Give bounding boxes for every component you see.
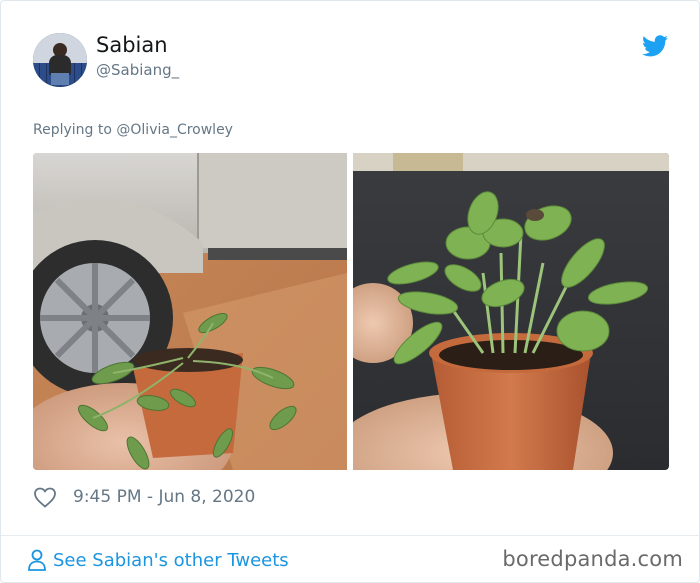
- tweet-photo-1[interactable]: [33, 153, 347, 470]
- see-other-tweets-link[interactable]: See Sabian's other Tweets: [27, 547, 289, 573]
- footer-divider: [1, 535, 700, 536]
- tweet-timestamp[interactable]: 9:45 PM - Jun 8, 2020: [73, 487, 255, 507]
- watermark: boredpanda.com: [502, 547, 683, 571]
- tweet-card: Sabian @Sabiang_ Replying to @Olivia_Cro…: [0, 0, 700, 583]
- tweet-meta: 9:45 PM - Jun 8, 2020: [33, 485, 255, 509]
- author-display-name[interactable]: Sabian: [96, 33, 168, 57]
- replying-prefix: Replying to: [33, 122, 112, 138]
- person-outline-icon: [28, 549, 46, 571]
- twitter-bird-icon[interactable]: [642, 35, 668, 57]
- replying-to: Replying to @Olivia_Crowley: [33, 122, 233, 138]
- heart-outline-icon[interactable]: [33, 486, 57, 508]
- tweet-photo-2[interactable]: [353, 153, 669, 470]
- replying-mention-link[interactable]: @Olivia_Crowley: [116, 122, 233, 138]
- author-handle[interactable]: @Sabiang_: [96, 61, 179, 79]
- see-other-tweets-label: See Sabian's other Tweets: [53, 549, 289, 571]
- avatar[interactable]: [33, 33, 87, 87]
